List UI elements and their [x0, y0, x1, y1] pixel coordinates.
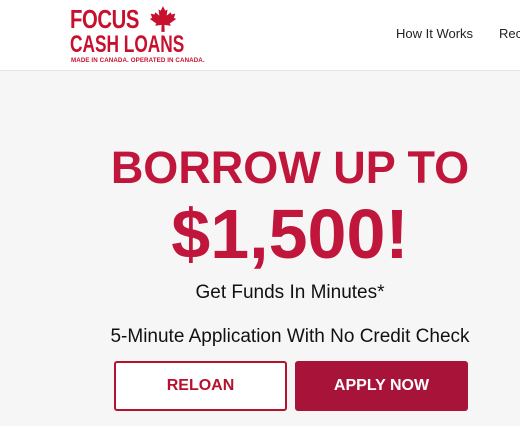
hero-subtitle: Get Funds In Minutes* [195, 282, 385, 303]
logo-brand-line2: CASH LOANS [70, 31, 185, 58]
logo-tagline: MADE IN CANADA. OPERATED IN CANADA. [71, 57, 205, 64]
hero-title: BORROW UP TO [110, 142, 470, 193]
focus-cash-loans-logo[interactable]: FOCUS CASH LOANS MADE IN CANADA. OPERATE… [70, 4, 205, 65]
reloan-button[interactable]: RELOAN [114, 361, 287, 411]
site-header: FOCUS CASH LOANS MADE IN CANADA. OPERATE… [0, 0, 520, 71]
maple-leaf-icon [149, 6, 177, 32]
nav-how-it-works[interactable]: How It Works [396, 26, 473, 41]
hero-note: 5-Minute Application With No Credit Chec… [110, 326, 470, 347]
apply-now-button[interactable]: APPLY NOW [295, 361, 468, 411]
hero-amount: $1,500! [171, 195, 409, 273]
nav-item-clipped[interactable]: Rec [499, 26, 520, 41]
logo-brand-line1: FOCUS [70, 4, 140, 34]
